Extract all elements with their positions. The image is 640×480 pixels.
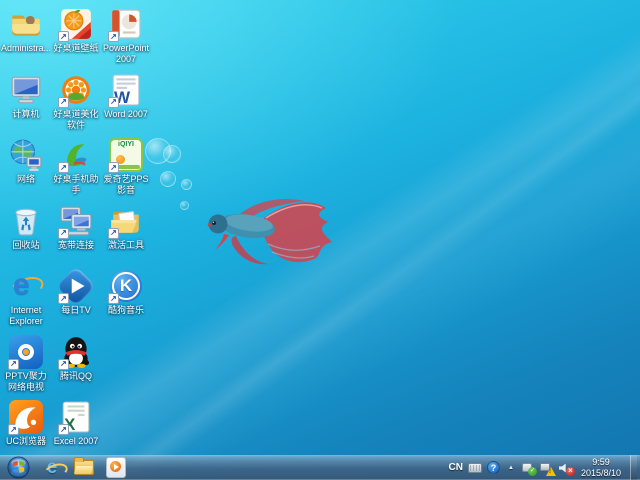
desktop-icon-internet-explorer[interactable]: e Internet Explorer [1,268,51,334]
bubble [181,179,192,190]
shortcut-arrow-icon: ↗ [8,358,19,370]
desktop-icon-kugou-music[interactable]: K ↗ 酷狗音乐 [101,268,151,334]
word-2007-icon: W ↗ [108,73,143,108]
icon-label: 网络 [16,174,35,184]
icon-label: Administra... [1,43,52,53]
icon-label: Internet Explorer [9,305,43,326]
phone-assistant-icon: ↗ [58,138,93,173]
volume-muted-icon[interactable] [559,462,575,476]
shortcut-arrow-icon: ↗ [108,162,119,173]
desktop-icon-phone-assistant[interactable]: ↗ 好桌手机助手 [51,137,101,203]
taskbar-windows-explorer-button[interactable] [68,456,100,480]
haozhuodao-wallpaper-icon: ↗ [58,7,93,42]
show-desktop-button[interactable] [630,455,637,480]
start-button[interactable] [6,456,31,480]
desktop-icon-haozhuodao-beautify[interactable]: ↗ 好桌道美化软件 [51,72,101,138]
icon-label: PPTV聚力 网络电视 [5,370,47,392]
desktop-icon-broadband[interactable]: ↗ 宽带连接 [51,203,101,269]
desktop-icon-pptv[interactable]: ↗ PPTV聚力 网络电视 [1,334,51,400]
desktop-icon-powerpoint-2007[interactable]: ↗ PowerPoint 2007 [101,6,151,72]
keyboard-icon[interactable] [467,462,482,473]
activation-tool-icon: ↗ [108,204,143,239]
tencent-qq-icon: ↗ [58,335,93,370]
icon-label: 爱奇艺PPS 影音 [103,174,149,195]
internet-explorer-icon: e [7,268,47,303]
shortcut-arrow-icon: ↗ [58,162,69,173]
shortcut-arrow-icon: ↗ [108,227,119,239]
powerpoint-2007-icon: ↗ [108,7,143,42]
desktop-icon-haozhuodao-wallpaper[interactable]: ↗ 好桌道壁纸 [51,6,101,72]
desktop-icon-word-2007[interactable]: W ↗ Word 2007 [101,72,151,138]
icon-label: 好桌道美化软件 [53,108,99,130]
show-hidden-icons-button[interactable] [505,461,517,475]
desktop-icon-iqiyi-pps[interactable]: iQIYI ↗ 爱奇艺PPS 影音 [101,137,151,203]
shortcut-arrow-icon: ↗ [108,293,119,304]
daily-tv-icon: ↗ [56,266,96,306]
language-indicator[interactable]: CN [449,462,463,473]
uc-browser-icon: ↗ [8,400,43,435]
desktop-icon-grid: Administra... ↗ 好桌道壁纸 ↗ PowerPoint 2007 … [1,6,151,465]
shortcut-arrow-icon: ↗ [58,358,69,370]
network-warning-icon[interactable] [539,462,556,476]
security-check-icon[interactable] [521,462,537,476]
desktop-icon-activation-tool[interactable]: ↗ 激活工具 [101,203,151,269]
shortcut-arrow-icon: ↗ [58,424,69,435]
icon-label: Word 2007 [104,108,148,119]
desktop-icon-tencent-qq[interactable]: ↗ 腾讯QQ [51,334,101,400]
icon-label: Excel 2007 [53,436,99,446]
kugou-music-icon: K ↗ [108,269,143,304]
icon-label: 好桌手机助手 [53,174,99,195]
taskbar-media-player-button[interactable] [100,456,132,480]
icon-label: 激活工具 [107,239,144,250]
shortcut-arrow-icon: ↗ [108,31,119,42]
icon-label: 好桌道壁纸 [53,43,99,53]
internet-explorer-icon: e [46,457,58,478]
clock-time: 9:59 [592,456,610,467]
bubble [163,145,181,163]
icon-label: 宽带连接 [57,239,94,250]
help-icon[interactable] [486,461,500,474]
desktop-icon-network[interactable]: 网络 [1,137,51,203]
haozhuodao-beautify-icon: ↗ [58,73,93,108]
shortcut-arrow-icon: ↗ [58,96,69,108]
media-player-icon [106,457,126,478]
shortcut-arrow-icon: ↗ [108,96,119,108]
taskbar-internet-explorer-button[interactable]: e [36,456,68,480]
taskbar: e CN 9:59 2015/8/10 [0,455,640,480]
windows-logo-icon [7,456,30,479]
iqiyi-pps-icon: iQIYI ↗ [108,138,143,173]
icon-label: 酷狗音乐 [107,305,144,315]
excel-2007-icon: X ↗ [58,400,93,435]
network-icon [9,138,43,172]
icon-label: PowerPoint 2007 [102,43,150,64]
user-folder-icon [9,7,43,41]
clock-date: 2015/8/10 [580,467,621,478]
betta-fish [207,198,332,265]
pptv-icon: ↗ [8,334,43,370]
shortcut-arrow-icon: ↗ [58,31,69,42]
icon-label: 计算机 [12,108,40,119]
bubble [180,201,189,210]
icon-label: 回收站 [12,239,40,250]
recycle-bin-icon [9,204,43,238]
clock[interactable]: 9:59 2015/8/10 [581,457,621,479]
icon-label: 腾讯QQ [59,370,92,381]
shortcut-arrow-icon: ↗ [58,227,69,239]
desktop-icon-daily-tv[interactable]: ↗ 每日TV [51,266,101,334]
desktop-icon-recycle-bin[interactable]: 回收站 [1,203,51,269]
system-tray: CN 9:59 2015/8/10 [449,455,640,480]
desktop: Administra... ↗ 好桌道壁纸 ↗ PowerPoint 2007 … [0,0,640,480]
computer-icon [9,73,43,107]
broadband-icon: ↗ [58,204,93,239]
desktop-icon-user-folder[interactable]: Administra... [1,6,51,72]
icon-label: UC浏览器 [6,436,46,446]
desktop-icon-computer[interactable]: 计算机 [1,72,51,138]
icon-label: 每日TV [61,305,91,315]
folder-icon [74,457,94,475]
bubble [160,171,176,187]
